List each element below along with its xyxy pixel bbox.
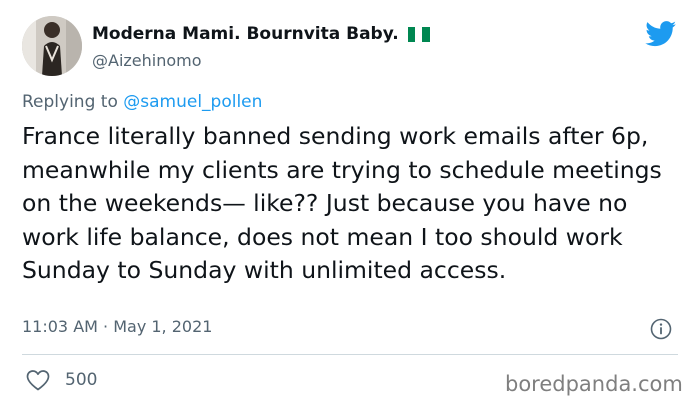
nigeria-flag-icon bbox=[407, 26, 430, 42]
tweet-text: France literally banned sending work ema… bbox=[22, 122, 662, 284]
author-row: Moderna Mami. Bournvita Baby. bbox=[92, 22, 430, 46]
twitter-bird-icon[interactable] bbox=[645, 21, 677, 47]
like-count: 500 bbox=[65, 370, 98, 390]
display-name[interactable]: Moderna Mami. Bournvita Baby. bbox=[92, 24, 399, 44]
tweet-timestamp[interactable]: 11:03 AM · May 1, 2021 bbox=[22, 317, 212, 336]
reply-context: Replying to @samuel_pollen bbox=[22, 92, 262, 112]
user-handle[interactable]: @Aizehinomo bbox=[92, 51, 202, 70]
reply-prefix: Replying to bbox=[22, 92, 118, 112]
heart-icon bbox=[26, 370, 50, 391]
like-button[interactable]: 500 bbox=[26, 369, 97, 391]
divider bbox=[22, 354, 678, 355]
watermark: boredpanda.com bbox=[505, 372, 683, 396]
reply-mention-link[interactable]: @samuel_pollen bbox=[123, 92, 262, 112]
avatar-image bbox=[22, 16, 82, 76]
avatar[interactable] bbox=[22, 16, 82, 76]
tweet-card: Moderna Mami. Bournvita Baby. @Aizehinom… bbox=[0, 0, 700, 409]
info-icon[interactable] bbox=[650, 318, 672, 340]
